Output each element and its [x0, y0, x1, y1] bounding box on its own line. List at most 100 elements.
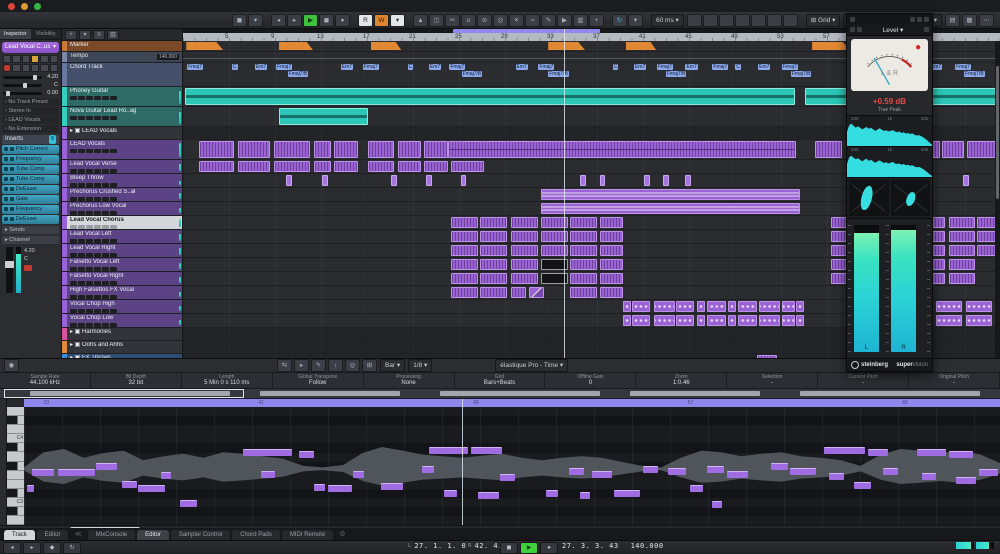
zone-tab-sampler-control[interactable]: Sampler Control	[171, 530, 230, 540]
track-mini-button[interactable]	[110, 225, 117, 229]
clip-vocal-chop-low[interactable]	[796, 315, 804, 326]
delay-slider[interactable]: 0.00	[0, 89, 61, 97]
clip-lead-vocal-verse[interactable]	[451, 161, 484, 172]
stop-button[interactable]: ◼	[319, 14, 334, 27]
track-row-lead-vocal-verse[interactable]: Lead Vocal Verse	[62, 160, 182, 174]
clip-vocal-chop-high[interactable]	[697, 301, 705, 312]
clip-lead-vocal-verse[interactable]	[334, 161, 358, 172]
clip-lead-vocal-right[interactable]	[600, 245, 624, 256]
track-mini-button[interactable]	[110, 309, 117, 313]
track-row-prechorus-crushed[interactable]: Prechorus Crushed S..al	[62, 188, 182, 202]
stop-button[interactable]: ◼	[500, 542, 518, 554]
clip-lead-vocals[interactable]	[424, 141, 448, 158]
track-row-lead-vocals-folder[interactable]: ▸ ▣ LEAD Vocals	[62, 127, 182, 140]
white-key[interactable]	[7, 407, 24, 416]
clip-lead-vocals[interactable]	[314, 141, 331, 158]
black-key[interactable]	[7, 462, 24, 471]
variaudio-segment[interactable]	[422, 466, 434, 473]
snap-lock-button[interactable]: R	[358, 14, 373, 27]
clip-vocal-chop-low[interactable]	[782, 315, 795, 326]
variaudio-segment[interactable]	[58, 469, 95, 476]
channel-fader[interactable]	[6, 247, 13, 293]
zone-tab-editor[interactable]: Editor	[137, 530, 169, 540]
clip-falsetto-right[interactable]	[949, 273, 975, 284]
variaudio-segment[interactable]	[854, 482, 872, 489]
clip-vocal-chop-low[interactable]	[738, 315, 758, 326]
write-automation-button[interactable]: W	[374, 14, 389, 27]
variaudio-segment[interactable]	[27, 485, 34, 492]
toggle-5[interactable]	[751, 14, 766, 27]
clip-bleep-throw[interactable]	[580, 175, 586, 186]
clip-bleep-throw[interactable]	[644, 175, 650, 186]
zoom-icon[interactable]	[34, 3, 41, 10]
track-mini-button[interactable]	[86, 309, 93, 313]
chord-event[interactable]: Fmaj7/B	[791, 71, 812, 77]
clip-vocal-chop-low[interactable]	[966, 315, 992, 326]
toggle-7[interactable]	[783, 14, 798, 27]
clip-bleep-throw[interactable]	[600, 175, 606, 186]
track-mini-button[interactable]	[86, 295, 93, 299]
filter-tracks-button[interactable]: ≡	[93, 30, 105, 40]
track-mini-button[interactable]	[70, 239, 77, 243]
variaudio-segment[interactable]	[979, 469, 999, 476]
clip-high-falsettos[interactable]	[511, 287, 527, 298]
clip-vocal-chop-low[interactable]	[632, 315, 650, 326]
clip-lead-vocal-verse[interactable]	[199, 161, 233, 172]
track-row-vocal-chop-high[interactable]: Vocal Chop High	[62, 300, 182, 314]
chord-event[interactable]: C	[232, 64, 238, 70]
chord-event[interactable]: Fmaj7/B	[666, 71, 687, 77]
clip-nova-guitar[interactable]	[279, 108, 368, 125]
clip-prechorus-low[interactable]	[541, 203, 800, 214]
chord-event[interactable]: Fmaj7/B	[548, 71, 569, 77]
clip-vocal-chop-low[interactable]	[759, 315, 780, 326]
track-mini-button[interactable]	[78, 253, 85, 257]
clip-lead-vocals[interactable]	[368, 141, 394, 158]
track-mini-button[interactable]	[78, 169, 85, 173]
autoscroll-dropdown[interactable]: ▾	[628, 14, 643, 27]
insert-edit-icon[interactable]	[10, 147, 14, 151]
track-mini-button[interactable]	[110, 169, 117, 173]
white-key[interactable]	[7, 471, 24, 480]
clip-high-falsettos[interactable]	[570, 287, 597, 298]
track-mini-button[interactable]	[102, 183, 109, 187]
track-presets-button[interactable]: ▾	[79, 30, 91, 40]
variaudio-segment[interactable]	[444, 490, 458, 497]
clip-bleep-throw[interactable]	[426, 175, 432, 186]
variaudio-segment[interactable]	[478, 492, 499, 499]
chord-event[interactable]: C	[408, 64, 414, 70]
insert-slot-8[interactable]: DeEsser	[2, 215, 59, 224]
trim-button[interactable]: ↕	[328, 359, 343, 372]
chord-event[interactable]: Fmaj7	[955, 64, 971, 70]
tempo-display[interactable]: 140.000	[631, 542, 664, 550]
track-mini-button[interactable]	[110, 281, 117, 285]
white-key[interactable]: C4	[7, 434, 24, 443]
track-mini-button[interactable]	[78, 211, 85, 215]
track-row-lead-vocals[interactable]: LEAD Vocals	[62, 140, 182, 160]
track-mini-button[interactable]	[102, 116, 109, 120]
track-mini-button[interactable]	[78, 183, 85, 187]
chord-event[interactable]: Fmaj7	[276, 64, 292, 70]
window-layout-button[interactable]: ▤	[945, 14, 960, 27]
audition-button[interactable]: ▸	[294, 359, 309, 372]
clip-lead-vocals[interactable]	[942, 141, 964, 158]
insert-edit-icon[interactable]	[10, 197, 14, 201]
track-mini-button[interactable]	[94, 169, 101, 173]
plugin-minimize-icon[interactable]	[910, 17, 915, 22]
variaudio-segment[interactable]	[96, 463, 116, 470]
insert-edit-icon[interactable]	[10, 217, 14, 221]
variaudio-segment[interactable]	[868, 449, 888, 456]
track-mini-button[interactable]	[102, 149, 109, 153]
plugin-maximize-icon[interactable]	[917, 17, 922, 22]
clip-lead-vocal-left[interactable]	[511, 231, 538, 242]
track-mini-button[interactable]	[102, 309, 109, 313]
clip-high-falsettos[interactable]	[480, 287, 507, 298]
punch-button[interactable]: ◆	[43, 542, 61, 554]
clip-vocal-chop-low[interactable]	[697, 315, 705, 326]
track-mini-button[interactable]	[78, 116, 85, 120]
track-row-prechorus-low[interactable]: Prechorus Low Vocal	[62, 202, 182, 216]
section-channel[interactable]: ▸ Channel	[2, 236, 59, 244]
record-button[interactable]: ●	[335, 14, 350, 27]
variaudio-segment[interactable]	[790, 468, 815, 475]
variaudio-segment[interactable]	[883, 468, 898, 475]
auto-scroll-button[interactable]: ⇆	[277, 359, 292, 372]
